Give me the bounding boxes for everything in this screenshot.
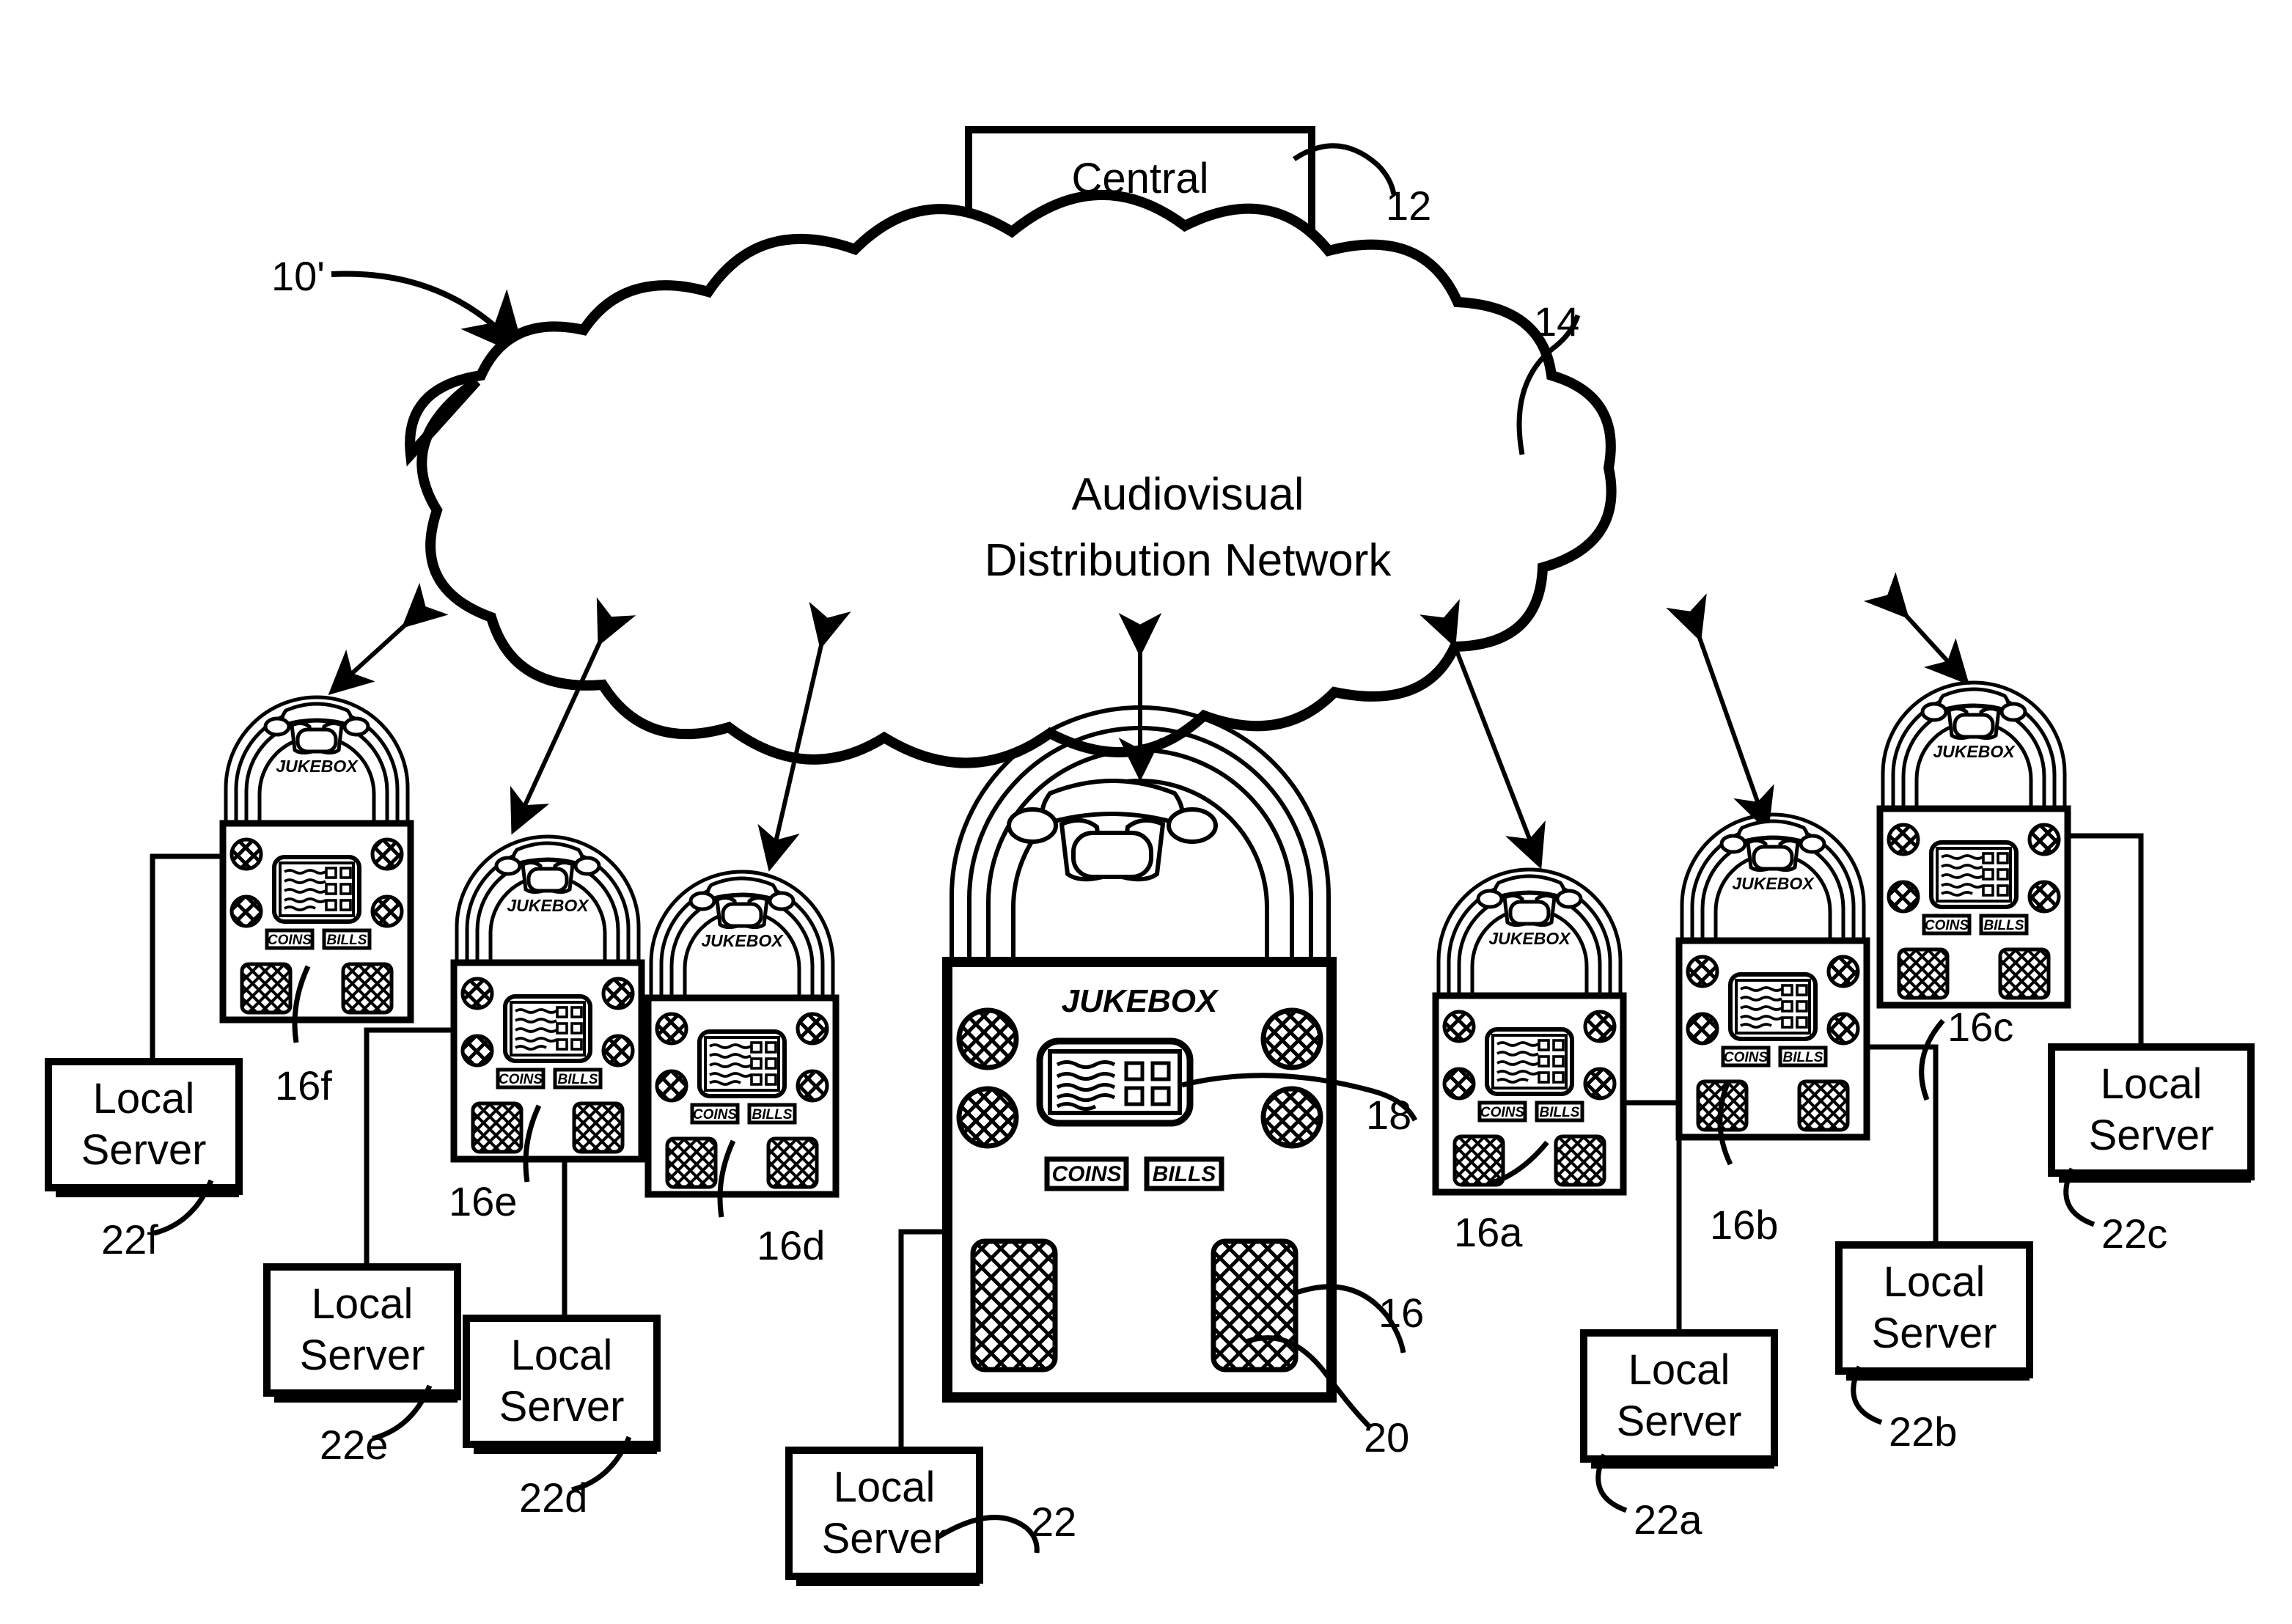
ref-number-22d: 22d: [519, 1474, 587, 1521]
jukebox-16c[interactable]: JUKEBOX COINS BILLS: [1880, 683, 2068, 1005]
link-cloud-jukebox-16b: [1666, 593, 1774, 833]
jukebox-16a[interactable]: JUKEBOX COINS BILLS: [1436, 870, 1623, 1192]
local-server-22e-line2: Server: [300, 1331, 425, 1379]
coins-button[interactable]: COINS: [1044, 1156, 1129, 1191]
local-server-22d-line2: Server: [499, 1383, 625, 1430]
grille-left: [970, 1238, 1058, 1373]
local-server-22e[interactable]: Local Server: [263, 1263, 461, 1403]
grille-right: [1211, 1238, 1299, 1373]
jukebox-16f-name: JUKEBOX: [276, 757, 359, 776]
wire-16-22: [898, 1229, 948, 1452]
ref-number-10-prime: 10': [271, 253, 325, 299]
cloud-label-line2: Distribution Network: [985, 535, 1392, 586]
local-server-22a[interactable]: Local Server: [1580, 1329, 1778, 1469]
jukebox-16-main[interactable]: JUKEBOX COINS BILLS: [942, 705, 1337, 1403]
local-server-22-line1: Local: [834, 1463, 936, 1511]
jukebox-16e-coins-label: COINS: [499, 1072, 543, 1087]
ref-number-22f: 22f: [101, 1216, 158, 1263]
local-server-22f-line2: Server: [81, 1126, 207, 1174]
ref-number-16b: 16b: [1710, 1202, 1778, 1248]
jukebox-16c-name: JUKEBOX: [1933, 742, 2016, 761]
jukebox-16b[interactable]: JUKEBOX COINS BILLS: [1679, 815, 1867, 1137]
local-server-22b-line1: Local: [1884, 1258, 1986, 1306]
jukebox-16b-name: JUKEBOX: [1732, 874, 1815, 893]
link-cloud-jukebox-16a: [1419, 599, 1546, 870]
network-cloud[interactable]: Audiovisual Distribution Network: [405, 189, 1617, 768]
speaker-top-right: [1260, 1007, 1323, 1070]
ref-number-22: 22: [1031, 1499, 1076, 1545]
local-server-22a-line2: Server: [1617, 1397, 1742, 1445]
local-server-22c[interactable]: Local Server: [2048, 1043, 2255, 1183]
bills-label: BILLS: [1153, 1162, 1216, 1186]
local-server-22-line2: Server: [822, 1515, 947, 1562]
ref-number-12: 12: [1386, 183, 1431, 229]
jukebox-display-18[interactable]: [1036, 1037, 1194, 1127]
jukebox-16e-bills-label: BILLS: [558, 1072, 598, 1087]
ref-number-16: 16: [1378, 1290, 1424, 1336]
coins-label: COINS: [1051, 1162, 1121, 1186]
link-cloud-jukebox-16c: [1863, 572, 1970, 686]
local-server-22d[interactable]: Local Server: [463, 1315, 661, 1454]
ref-number-20: 20: [1364, 1414, 1409, 1461]
link-cloud-jukebox-16f: [328, 582, 449, 696]
jukebox-16e-name: JUKEBOX: [507, 896, 589, 915]
local-server-22c-line1: Local: [2101, 1060, 2203, 1108]
ref-number-22c: 22c: [2101, 1210, 2167, 1257]
bills-button[interactable]: BILLS: [1144, 1156, 1224, 1191]
ref-number-18: 18: [1366, 1092, 1411, 1138]
ref-number-14: 14: [1534, 298, 1579, 345]
jukebox-16b-bills-label: BILLS: [1783, 1050, 1823, 1065]
cloud-label-line1: Audiovisual: [1071, 469, 1304, 520]
jukebox-16d-coins-label: COINS: [693, 1107, 738, 1123]
ref-number-22a: 22a: [1634, 1496, 1703, 1543]
jukebox-16b-coins-label: COINS: [1724, 1050, 1768, 1065]
jukebox-16f-bills-label: BILLS: [327, 933, 367, 948]
wire-16e-22e: [364, 1027, 458, 1268]
local-server-22c-line2: Server: [2089, 1112, 2214, 1159]
speaker-bottom-right: [1260, 1086, 1323, 1149]
local-server-22a-line1: Local: [1628, 1346, 1730, 1394]
wire-16b-22b: [1868, 1044, 1939, 1246]
ref-number-22b: 22b: [1889, 1408, 1957, 1455]
ref-number-16f: 16f: [275, 1062, 332, 1109]
local-server-22f-line1: Local: [93, 1075, 195, 1123]
ref-number-16a: 16a: [1454, 1209, 1523, 1255]
wire-16c-22c: [2069, 833, 2144, 1048]
ref-number-16c: 16c: [1947, 1004, 2013, 1050]
local-server-22[interactable]: Local Server: [785, 1447, 983, 1586]
wire-16f-22f: [150, 853, 227, 1063]
ref-number-22e: 22e: [320, 1422, 388, 1468]
jukebox-16a-name: JUKEBOX: [1488, 929, 1571, 948]
local-server-22d-line1: Local: [511, 1331, 613, 1379]
jukebox-16d-bills-label: BILLS: [752, 1107, 793, 1123]
local-server-22e-line1: Local: [312, 1280, 414, 1328]
ref-number-16e: 16e: [449, 1178, 517, 1224]
jukebox-16a-bills-label: BILLS: [1540, 1105, 1580, 1120]
jukebox-16c-bills-label: BILLS: [1984, 918, 2024, 933]
speaker-bottom-left: [956, 1086, 1019, 1149]
local-server-22f[interactable]: Local Server: [45, 1058, 243, 1197]
ref-number-16d: 16d: [757, 1222, 825, 1268]
local-server-22b-line2: Server: [1872, 1309, 1997, 1357]
speaker-top-left: [956, 1007, 1019, 1070]
local-server-22b[interactable]: Local Server: [1835, 1241, 2033, 1381]
figure-canvas: Central Server 12 10' Audiovisual Distri…: [0, 0, 2292, 1624]
jukebox-16-main-name: JUKEBOX: [1062, 983, 1219, 1019]
jukebox-16d-name: JUKEBOX: [701, 931, 784, 950]
jukebox-16a-coins-label: COINS: [1480, 1105, 1525, 1120]
jukebox-16c-coins-label: COINS: [1925, 918, 1969, 933]
jukebox-16e[interactable]: JUKEBOX COINS BILLS: [454, 837, 642, 1159]
jukebox-16f-coins-label: COINS: [268, 933, 312, 948]
jukebox-16d[interactable]: JUKEBOX COINS BILLS: [648, 872, 836, 1194]
ref-leader-10-prime: 10': [271, 253, 526, 359]
jukebox-16f[interactable]: JUKEBOX COINS BILLS: [223, 697, 411, 1020]
